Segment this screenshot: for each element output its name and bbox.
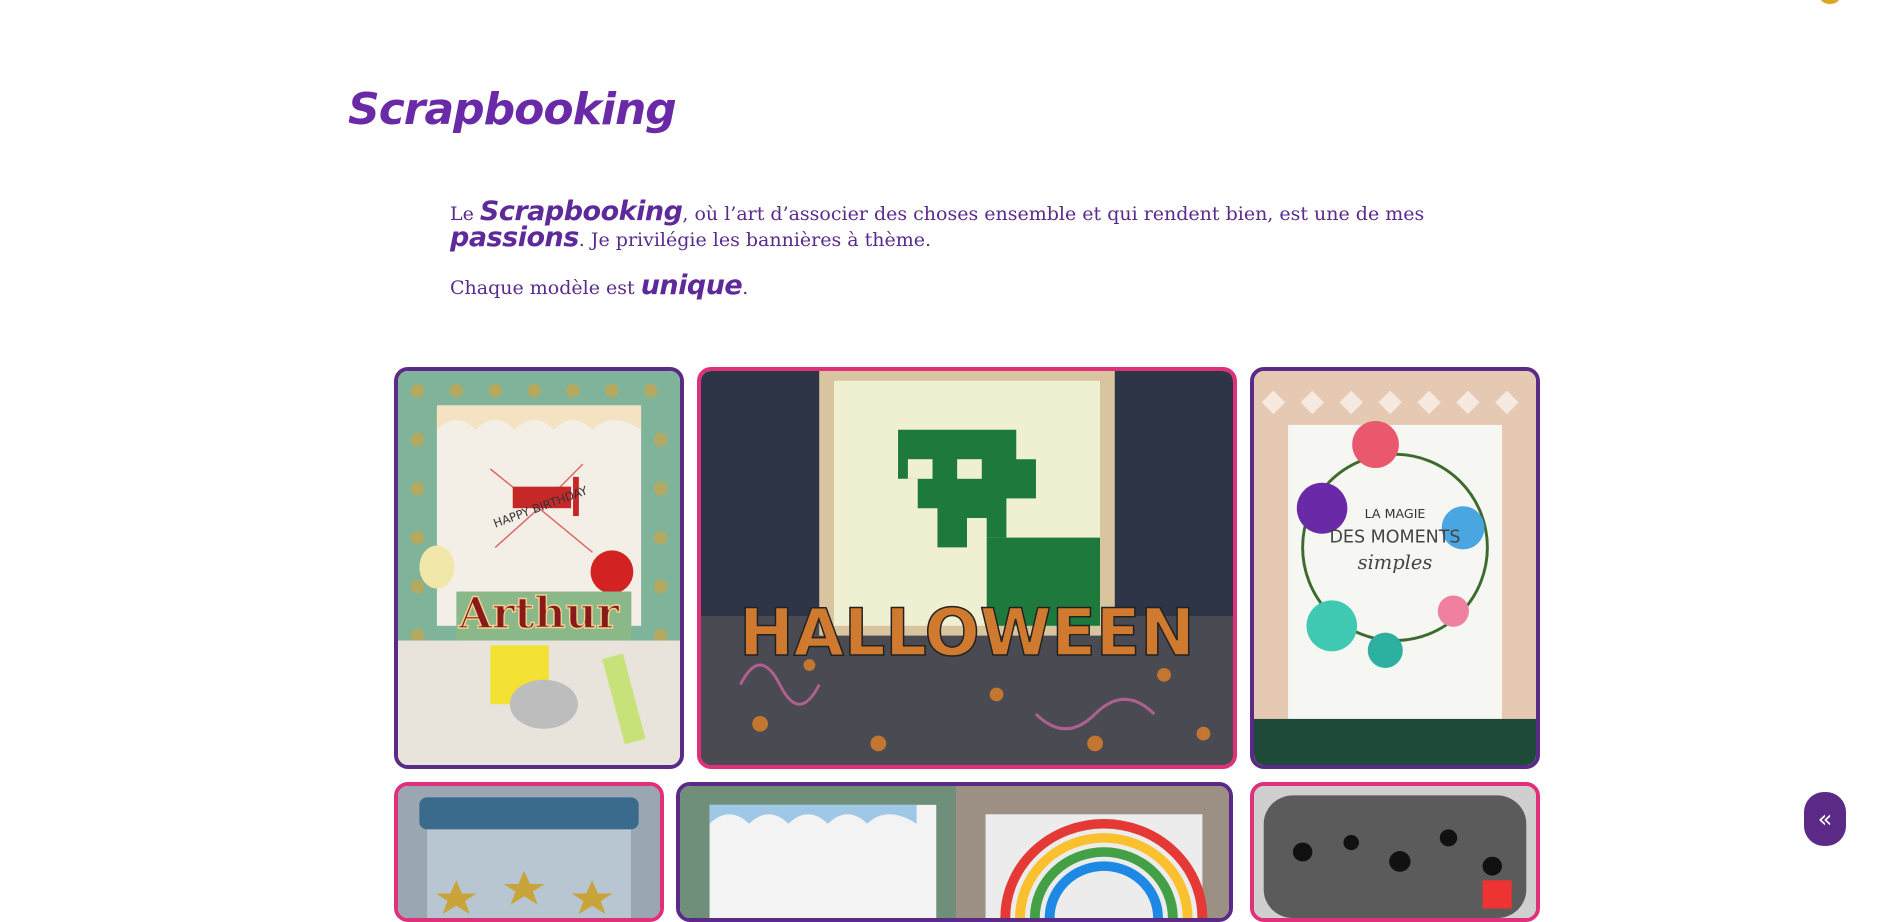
- intro-text: Le Scrapbooking, où l’art d’associer des…: [450, 198, 1510, 322]
- highlight-passions: passions: [450, 222, 579, 253]
- scroll-back-button[interactable]: «: [1804, 792, 1846, 846]
- intro-paragraph-2: Chaque modèle est unique.: [450, 272, 1510, 300]
- corner-decoration: [1820, 0, 1840, 4]
- moments-frame-image: LA MAGIE DES MOMENTS simples: [1254, 371, 1536, 765]
- moments-text-line2: DES MOMENTS: [1329, 527, 1460, 547]
- gallery-tile-birthday[interactable]: HAPPY BIRTHDAY Arthur: [394, 367, 684, 769]
- arthur-text: Arthur: [458, 589, 621, 639]
- rainbow-frame-image: [680, 786, 1229, 918]
- highlight-unique: unique: [640, 270, 743, 301]
- moments-text-line1: LA MAGIE: [1365, 506, 1426, 521]
- intro-paragraph-1: Le Scrapbooking, où l’art d’associer des…: [450, 198, 1510, 253]
- intro-text-segment: , où l’art d’associer des choses ensembl…: [682, 203, 1425, 225]
- gallery-tile-jar[interactable]: [394, 782, 664, 922]
- gallery-tile-moments[interactable]: LA MAGIE DES MOMENTS simples: [1250, 367, 1540, 769]
- birthday-frame-image: HAPPY BIRTHDAY Arthur: [398, 371, 680, 765]
- intro-text-segment: Chaque modèle est: [450, 277, 641, 299]
- page-title: Scrapbooking: [348, 84, 677, 135]
- gallery-tile-snowflakes[interactable]: [1250, 782, 1540, 922]
- gallery-tile-halloween[interactable]: HALLOWEEN: [697, 367, 1237, 769]
- moments-text-line3: simples: [1358, 551, 1433, 574]
- intro-text-segment: .: [742, 277, 749, 299]
- gallery-tile-rainbow[interactable]: [676, 782, 1233, 922]
- snowflakes-image: [1254, 786, 1536, 918]
- halloween-text: HALLOWEEN: [739, 596, 1194, 671]
- intro-text-segment: . Je privilégie les bannières à thème.: [578, 229, 932, 251]
- halloween-frame-image: HALLOWEEN: [701, 371, 1233, 765]
- jar-image: [398, 786, 660, 918]
